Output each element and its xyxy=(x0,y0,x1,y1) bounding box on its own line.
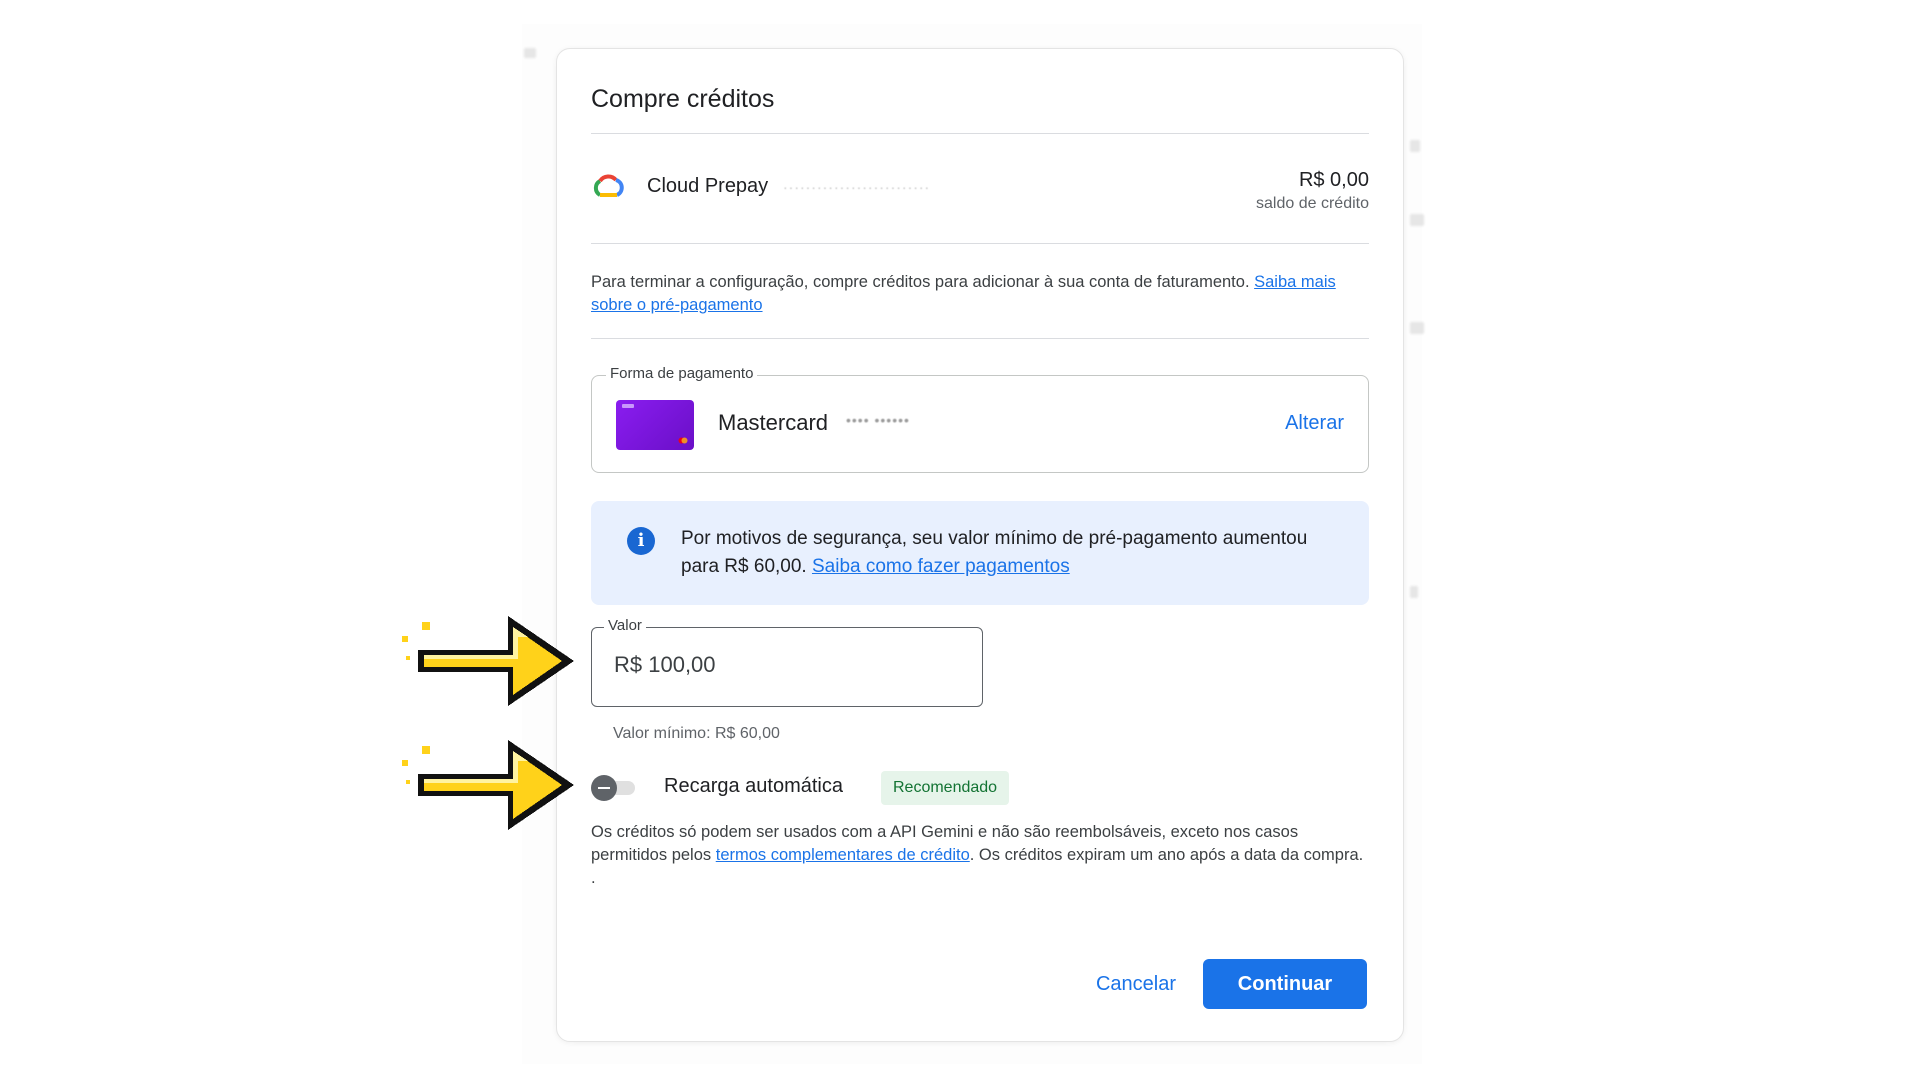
amount-minimum-hint: Valor mínimo: R$ 60,00 xyxy=(613,725,780,742)
mastercard-icon xyxy=(678,437,688,444)
security-info-banner: i Por motivos de segurança, seu valor mí… xyxy=(591,501,1369,605)
card-chip xyxy=(622,404,634,408)
how-to-pay-link[interactable]: Saiba como fazer pagamentos xyxy=(812,556,1070,577)
credit-balance-label: saldo de crédito xyxy=(1256,195,1369,212)
background-ghost xyxy=(524,48,536,58)
auto-recharge-label: Recarga automática xyxy=(664,775,843,797)
change-payment-method-button[interactable]: Alterar xyxy=(1285,412,1344,435)
background-ghost xyxy=(1410,140,1420,152)
amount-input[interactable]: Valor R$ 100,00 xyxy=(591,617,983,707)
auto-recharge-toggle[interactable] xyxy=(591,775,639,801)
continue-button[interactable]: Continuar xyxy=(1203,959,1367,1009)
billing-account-id-redacted: ·························· xyxy=(783,179,931,195)
security-info-text: Por motivos de segurança, seu valor míni… xyxy=(681,525,1339,581)
credits-disclaimer: Os créditos só podem ser usados com a AP… xyxy=(591,821,1369,890)
payment-card-name: Mastercard xyxy=(718,410,829,435)
amount-value: R$ 100,00 xyxy=(614,652,716,677)
amount-label: Valor xyxy=(604,617,646,634)
cancel-button[interactable]: Cancelar xyxy=(1081,959,1191,1009)
credit-terms-link[interactable]: termos complementares de crédito xyxy=(716,846,970,864)
toggle-icon xyxy=(591,775,617,801)
background-ghost xyxy=(1410,586,1418,598)
card-thumbnail xyxy=(616,400,694,450)
dialog-title: Compre créditos xyxy=(591,85,775,113)
payment-method-field: Forma de pagamento Mastercard •••• •••••… xyxy=(591,365,1369,473)
background-ghost xyxy=(1410,214,1424,226)
pointer-arrow-icon xyxy=(402,740,574,830)
pointer-arrow-icon xyxy=(402,616,574,706)
credit-balance-amount: R$ 0,00 xyxy=(1298,169,1369,191)
billing-account-name: Cloud Prepay xyxy=(647,175,769,197)
recommended-badge: Recomendado xyxy=(881,771,1010,805)
setup-instructions: Para terminar a configuração, compre cré… xyxy=(591,271,1369,317)
background-ghost xyxy=(1410,322,1424,334)
credit-balance: R$ 0,00 saldo de crédito xyxy=(1256,169,1369,213)
info-icon: i xyxy=(627,527,655,555)
buy-credits-dialog: Compre créditos Cloud Prepay ···········… xyxy=(556,48,1404,1042)
google-cloud-icon xyxy=(593,174,624,197)
setup-instructions-text: Para terminar a configuração, compre cré… xyxy=(591,273,1255,291)
payment-card-number-redacted: •••• •••••• xyxy=(846,412,910,428)
payment-method-label: Forma de pagamento xyxy=(606,365,758,382)
billing-account-row: Cloud Prepay ·························· … xyxy=(591,133,1369,243)
divider xyxy=(591,243,1369,244)
divider xyxy=(591,338,1369,339)
